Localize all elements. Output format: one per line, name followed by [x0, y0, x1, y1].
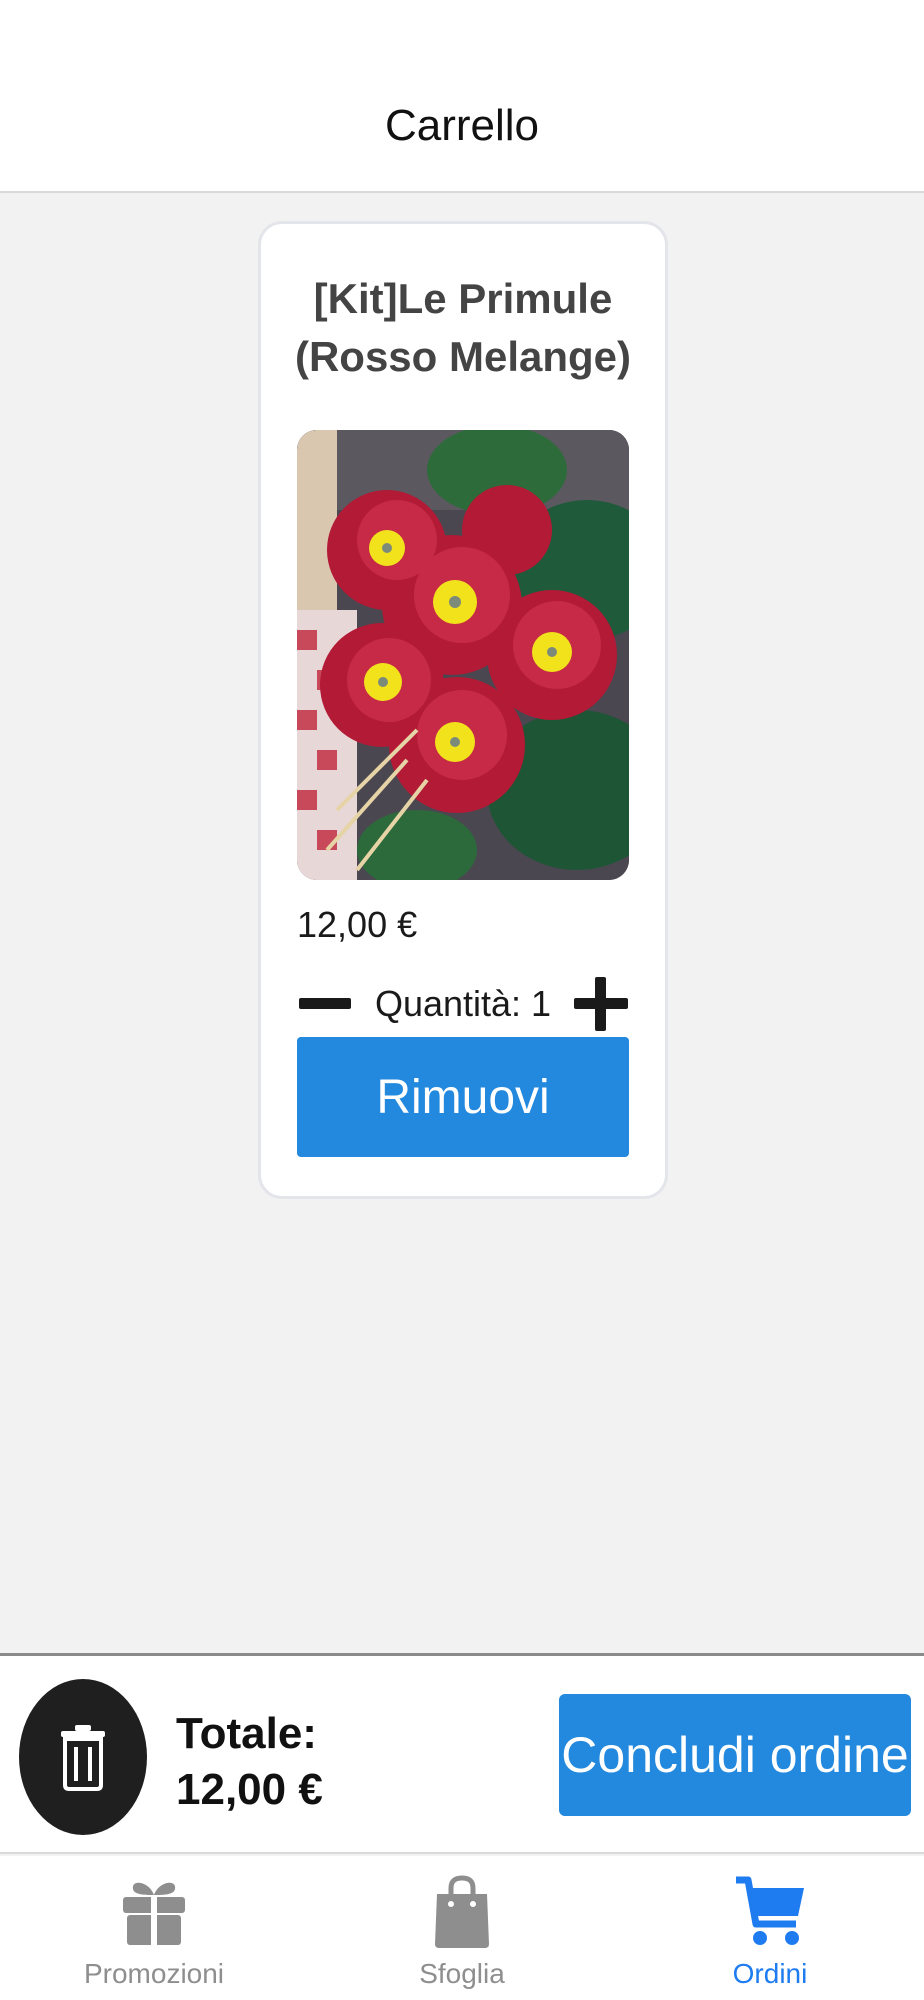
order-total: Totale: 12,00 €: [176, 1706, 323, 1818]
minus-icon: [299, 998, 351, 1009]
product-image: [297, 430, 629, 880]
increase-quantity-button[interactable]: [573, 976, 629, 1032]
tab-label-promozioni: Promozioni: [83, 1958, 225, 1989]
tab-bar: Promozioni Sfoglia Ordini: [0, 1856, 924, 2000]
tab-label-sfoglia: Sfoglia: [419, 1958, 505, 1989]
tab-label-ordini: Ordini: [732, 1958, 808, 1989]
cart-icon: [728, 1870, 812, 1954]
tab-sfoglia[interactable]: Sfoglia: [308, 1856, 616, 2000]
product-title-line-1: [Kit]Le Primule: [313, 275, 613, 322]
gift-icon: [112, 1870, 196, 1954]
product-title-line-2: (Rosso Melange): [294, 333, 632, 380]
header: Carrello: [0, 0, 924, 193]
decrease-quantity-button[interactable]: [297, 976, 353, 1032]
product-title: [Kit]Le Primule (Rosso Melange): [261, 270, 665, 386]
plus-icon: [574, 977, 628, 1031]
clear-cart-button[interactable]: [19, 1679, 147, 1835]
total-label: Totale:: [176, 1709, 317, 1758]
product-price: 12,00 €: [297, 904, 418, 945]
page-title: Carrello: [384, 101, 540, 150]
quantity-label: Quantità: 1: [374, 983, 552, 1024]
shopping-bag-icon: [420, 1870, 504, 1954]
conclude-order-button[interactable]: Concludi ordine: [559, 1694, 911, 1816]
trash-icon: [61, 1725, 105, 1791]
tab-ordini[interactable]: Ordini: [616, 1856, 924, 2000]
checkout-bar: Totale: 12,00 € Concludi ordine: [0, 1653, 924, 1854]
quantity-stepper: Quantità: 1: [297, 972, 629, 1036]
total-value: 12,00 €: [176, 1765, 323, 1814]
cart-content: [Kit]Le Primule (Rosso Melange) 12,00 € …: [0, 195, 924, 1653]
remove-button[interactable]: Rimuovi: [297, 1037, 629, 1157]
cart-item-card: [Kit]Le Primule (Rosso Melange) 12,00 € …: [258, 221, 668, 1199]
tab-promozioni[interactable]: Promozioni: [0, 1856, 308, 2000]
